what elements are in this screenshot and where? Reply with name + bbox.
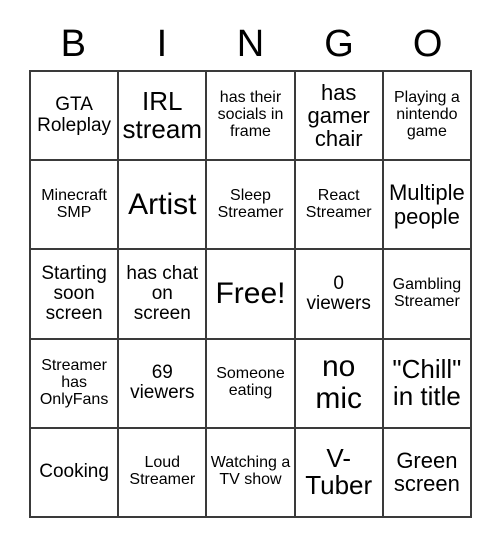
bingo-cell[interactable]: GTA Roleplay <box>31 72 120 162</box>
bingo-cell-label: has chat on screen <box>126 262 199 325</box>
bingo-cell[interactable]: Watching a TV show <box>207 428 296 518</box>
bingo-grid: GTA Roleplay IRL stream has their socials … <box>29 70 472 518</box>
bingo-cell[interactable]: Gambling Streamer <box>383 250 472 340</box>
bingo-cell-label: Artist <box>128 187 197 221</box>
bingo-cell-label: Streamer has OnlyFans <box>39 356 109 408</box>
bingo-cell[interactable]: Multiple people <box>383 161 472 251</box>
bingo-cell[interactable]: Sleep Streamer <box>207 161 296 251</box>
bingo-cell-label: React Streamer <box>305 186 372 221</box>
bingo-card: B I N G O GTA Roleplay IRL stream has thei… <box>0 0 500 544</box>
bingo-cell[interactable]: IRL stream <box>119 72 208 162</box>
bingo-header-row: B I N G O <box>29 18 472 70</box>
bingo-cell[interactable]: "Chill" in title <box>383 339 472 429</box>
bingo-cell-label: Starting soon screen <box>41 262 107 325</box>
bingo-cell-label: Loud Streamer <box>129 454 196 489</box>
bingo-cell-label: 0 viewers <box>306 272 371 314</box>
bingo-cell-label: V-Tuber <box>305 442 373 501</box>
bingo-cell[interactable]: Artist <box>119 161 208 251</box>
bingo-cell[interactable]: 0 viewers <box>295 250 384 340</box>
bingo-cell-label: GTA Roleplay <box>37 94 112 136</box>
bingo-cell[interactable]: Loud Streamer <box>119 428 208 518</box>
bingo-header-letter-n: N <box>236 23 265 65</box>
bingo-cell-label: Playing a nintendo game <box>393 89 460 141</box>
bingo-cell[interactable]: Streamer has OnlyFans <box>31 339 120 429</box>
bingo-cell-label: Free! <box>215 277 286 311</box>
bingo-cell-label: IRL stream <box>122 86 203 144</box>
bingo-cell-label: Someone eating <box>216 365 285 400</box>
bingo-cell-label: Sleep Streamer <box>217 186 284 221</box>
bingo-cell-label: has gamer chair <box>307 79 370 152</box>
bingo-cell[interactable]: has gamer chair <box>295 72 384 162</box>
bingo-cell-label: Cooking <box>39 461 109 483</box>
bingo-cell[interactable]: React Streamer <box>295 161 384 251</box>
bingo-cell[interactable]: Starting soon screen <box>31 250 120 340</box>
bingo-header-letter-g: G <box>324 23 354 65</box>
bingo-cell-label: 69 viewers <box>130 362 195 404</box>
bingo-cell-label: Green screen <box>393 448 460 497</box>
bingo-header-letter-b: B <box>60 23 86 65</box>
bingo-cell[interactable]: no mic <box>295 339 384 429</box>
bingo-cell[interactable]: 69 viewers <box>119 339 208 429</box>
bingo-cell-label: "Chill" in title <box>392 353 462 412</box>
bingo-cell-label: Watching a TV show <box>210 454 291 489</box>
bingo-cell[interactable]: has their socials in frame <box>207 72 296 162</box>
bingo-cell-free[interactable]: Free! <box>207 250 296 340</box>
bingo-cell[interactable]: Someone eating <box>207 339 296 429</box>
bingo-cell-label: Gambling Streamer <box>392 276 462 310</box>
bingo-header-letter-i: I <box>156 23 168 65</box>
bingo-cell-label: has their socials in frame <box>217 89 284 141</box>
bingo-cell[interactable]: Playing a nintendo game <box>383 72 472 162</box>
bingo-cell[interactable]: Minecraft SMP <box>31 161 120 251</box>
bingo-cell-label: Minecraft SMP <box>41 186 107 221</box>
bingo-cell[interactable]: Green screen <box>383 428 472 518</box>
bingo-cell-label: no mic <box>315 350 363 416</box>
bingo-cell-label: Multiple people <box>388 180 465 229</box>
bingo-header-letter-o: O <box>412 23 443 65</box>
bingo-cell[interactable]: has chat on screen <box>119 250 208 340</box>
bingo-cell[interactable]: V-Tuber <box>295 428 384 518</box>
bingo-cell[interactable]: Cooking <box>31 428 120 518</box>
